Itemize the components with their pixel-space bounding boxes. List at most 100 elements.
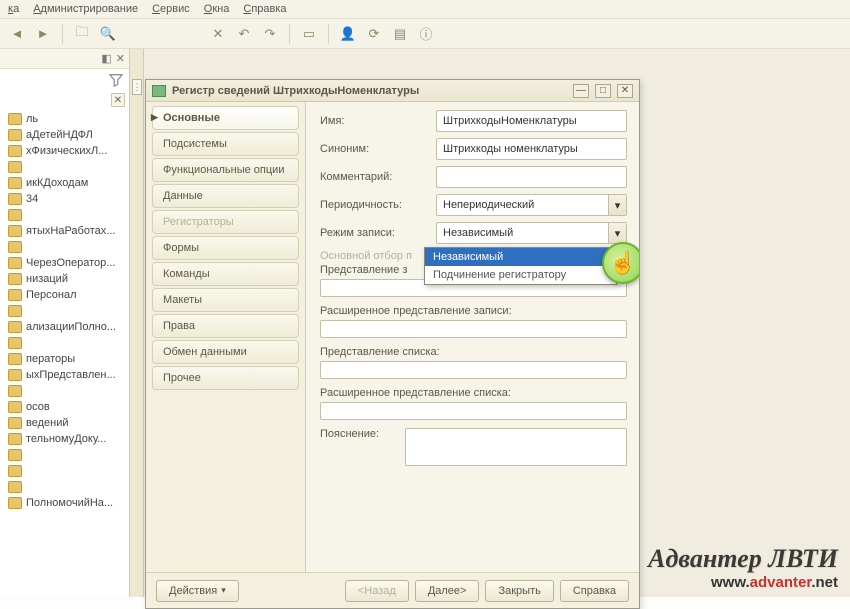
dialog-titlebar[interactable]: Регистр сведений ШтрихкодыНоменклатуры —… xyxy=(146,80,639,102)
tree-item[interactable]: Персонал xyxy=(6,287,125,303)
tree-item[interactable]: ль xyxy=(6,111,125,127)
explanation-field[interactable] xyxy=(405,428,627,466)
tree-item[interactable]: аДетейНДФЛ xyxy=(6,127,125,143)
list-repr-field[interactable] xyxy=(320,361,627,379)
tree-item[interactable]: ализацииПолно... xyxy=(6,319,125,335)
ext-list-repr-field[interactable] xyxy=(320,402,627,420)
dropdown-option[interactable]: Независимый xyxy=(425,248,616,266)
separator xyxy=(328,24,329,44)
close-button[interactable]: ✕ xyxy=(617,84,633,98)
tree-item[interactable] xyxy=(6,463,125,479)
periodicity-select[interactable]: Непериодический ▾ xyxy=(436,194,627,216)
nav-fwd-icon[interactable]: ► xyxy=(32,23,54,45)
clear-icon[interactable]: ✕ xyxy=(207,23,229,45)
close-button[interactable]: Закрыть xyxy=(485,580,553,602)
close-icon[interactable]: ✕ xyxy=(111,93,125,107)
tree-item[interactable] xyxy=(6,335,125,351)
tools-icon[interactable]: 👤 xyxy=(337,23,359,45)
write-mode-dropdown[interactable]: Независимый Подчинение регистратору xyxy=(424,247,617,285)
nav-back-icon[interactable]: ◄ xyxy=(6,23,28,45)
splitter[interactable]: ⋮ xyxy=(130,49,144,597)
menu-item[interactable]: Окна xyxy=(204,3,230,15)
chevron-down-icon[interactable]: ▾ xyxy=(608,223,626,243)
tree-item[interactable]: ЧерезОператор... xyxy=(6,255,125,271)
dialog-title: Регистр сведений ШтрихкодыНоменклатуры xyxy=(172,85,567,97)
dropdown-option[interactable]: Подчинение регистратору xyxy=(425,266,616,284)
register-dialog: Регистр сведений ШтрихкодыНоменклатуры —… xyxy=(145,79,640,609)
actions-button[interactable]: Действия▾ xyxy=(156,580,239,602)
nav-funcopts[interactable]: Функциональные опции xyxy=(152,158,299,182)
menu-item[interactable]: Администрирование xyxy=(33,3,138,15)
nav-subsystems[interactable]: Подсистемы xyxy=(152,132,299,156)
menu-item[interactable]: Справка xyxy=(243,3,286,15)
panel-header: ◧ ✕ xyxy=(0,49,129,69)
minimize-button[interactable]: — xyxy=(573,84,589,98)
register-icon xyxy=(8,353,22,365)
splitter-handle[interactable]: ⋮ xyxy=(132,79,142,95)
ext-record-repr-field[interactable] xyxy=(320,320,627,338)
tree-item[interactable]: икКДоходам xyxy=(6,175,125,191)
nav-registrars: Регистраторы xyxy=(152,210,299,234)
tree-item[interactable] xyxy=(6,447,125,463)
synonym-field[interactable] xyxy=(436,138,627,160)
nav-other[interactable]: Прочее xyxy=(152,366,299,390)
register-icon xyxy=(8,241,22,253)
nav-templates[interactable]: Макеты xyxy=(152,288,299,312)
list-icon[interactable]: ▤ xyxy=(389,23,411,45)
tree-item[interactable]: ПолномочийНа... xyxy=(6,495,125,511)
help-button[interactable]: Справка xyxy=(560,580,629,602)
comment-label: Комментарий: xyxy=(320,171,430,183)
nav-forms[interactable]: Формы xyxy=(152,236,299,260)
tree-item[interactable]: 34 xyxy=(6,191,125,207)
comment-field[interactable] xyxy=(436,166,627,188)
toolbar: ◄ ► 🗀 🔍 ✕ ↶ ↷ ▭ 👤 ⟳ ▤ ⓘ xyxy=(0,19,850,49)
chevron-down-icon: ▾ xyxy=(221,585,226,596)
search-box[interactable] xyxy=(123,23,203,45)
panel-close-icon[interactable]: ✕ xyxy=(116,52,125,65)
info-icon[interactable]: ⓘ xyxy=(415,23,437,45)
tree-item[interactable] xyxy=(6,159,125,175)
tree-item[interactable] xyxy=(6,479,125,495)
redo-icon[interactable]: ↷ xyxy=(259,23,281,45)
tree-item[interactable] xyxy=(6,383,125,399)
next-button[interactable]: Далее> xyxy=(415,580,480,602)
register-icon xyxy=(8,113,22,125)
register-icon xyxy=(8,129,22,141)
name-field[interactable] xyxy=(436,110,627,132)
page-icon[interactable]: ▭ xyxy=(298,23,320,45)
menu-item[interactable]: ка xyxy=(8,3,19,15)
register-icon xyxy=(8,433,22,445)
maximize-button[interactable]: □ xyxy=(595,84,611,98)
tree-item[interactable]: ператоры xyxy=(6,351,125,367)
tree-item[interactable]: ыхПредставлен... xyxy=(6,367,125,383)
tree-item[interactable]: хФизическихЛ... xyxy=(6,143,125,159)
synonym-label: Синоним: xyxy=(320,143,430,155)
chevron-down-icon[interactable]: ▾ xyxy=(608,195,626,215)
undo-icon[interactable]: ↶ xyxy=(233,23,255,45)
tree-item[interactable]: низаций xyxy=(6,271,125,287)
panel-pin-icon[interactable]: ◧ xyxy=(101,52,111,65)
nav-main[interactable]: Основные xyxy=(152,106,299,130)
nav-exchange[interactable]: Обмен данными xyxy=(152,340,299,364)
folder-search-icon[interactable]: 🗀 xyxy=(71,23,93,45)
tree-item[interactable] xyxy=(6,239,125,255)
tree[interactable]: ль аДетейНДФЛ хФизическихЛ... икКДоходам… xyxy=(0,109,129,513)
filter-icon[interactable] xyxy=(109,73,123,87)
register-icon xyxy=(8,449,22,461)
tree-item[interactable] xyxy=(6,303,125,319)
menu-item[interactable]: Сервис xyxy=(152,3,190,15)
refresh-icon[interactable]: ⟳ xyxy=(363,23,385,45)
search-icon[interactable]: 🔍 xyxy=(97,23,119,45)
periodicity-label: Периодичность: xyxy=(320,199,430,211)
tree-item[interactable]: ятыхНаРаботах... xyxy=(6,223,125,239)
tree-item[interactable]: ведений xyxy=(6,415,125,431)
register-icon xyxy=(8,401,22,413)
nav-data[interactable]: Данные xyxy=(152,184,299,208)
nav-rights[interactable]: Права xyxy=(152,314,299,338)
ext-record-repr-label: Расширенное представление записи: xyxy=(320,305,627,317)
tree-item[interactable]: тельномуДоку... xyxy=(6,431,125,447)
tree-item[interactable]: осов xyxy=(6,399,125,415)
tree-item[interactable] xyxy=(6,207,125,223)
nav-commands[interactable]: Команды xyxy=(152,262,299,286)
write-mode-select[interactable]: Независимый ▾ xyxy=(436,222,627,244)
